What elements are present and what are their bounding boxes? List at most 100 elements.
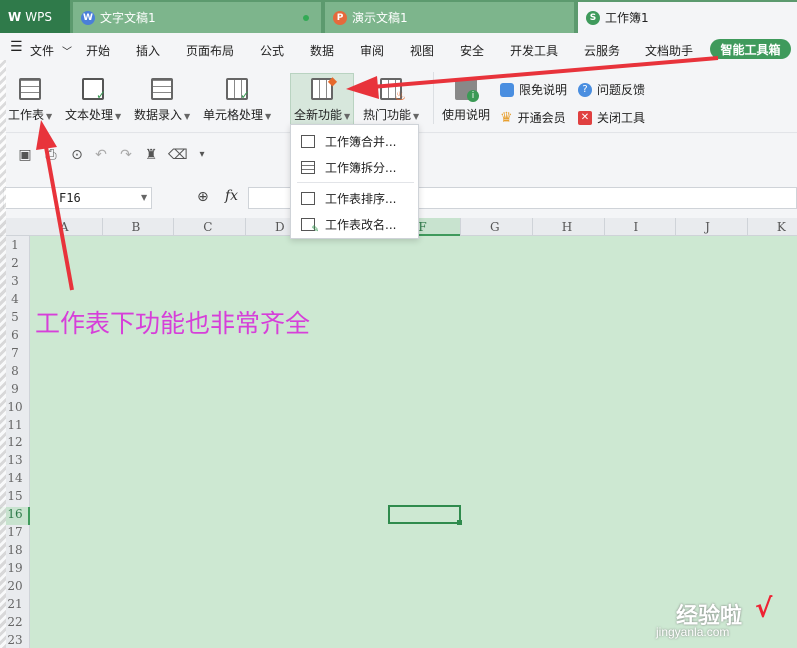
tab-document[interactable]: W 文字文稿1	[73, 2, 321, 33]
text-process-button[interactable]: ✓ 文本处理 ▼	[65, 78, 121, 123]
column-header-cell[interactable]: A	[60, 220, 69, 234]
zoom-icon[interactable]: ⊕	[197, 189, 209, 205]
data-entry-button[interactable]: 数据录入 ▼	[134, 78, 190, 123]
column-header-cell[interactable]: B	[132, 220, 141, 234]
row-header-cell[interactable]: 19	[5, 561, 25, 575]
tab-wps[interactable]: W WPS	[0, 0, 70, 33]
row-header-cell[interactable]: 18	[5, 543, 25, 557]
customize-toolbar-icon[interactable]: ▾	[194, 147, 210, 163]
menu-item-split-workbook[interactable]: 工作簿拆分...	[291, 154, 420, 180]
column-header-cell[interactable]: H	[562, 220, 572, 234]
menu-file[interactable]: 文件	[30, 42, 54, 59]
sheet-grid[interactable]	[30, 236, 797, 648]
tab-presentation[interactable]: P 演示文稿1	[325, 2, 574, 33]
menu-item-merge-workbook[interactable]: 工作簿合并...	[291, 128, 420, 154]
column-header-cell[interactable]: D	[275, 220, 285, 234]
row-header-cell[interactable]: 9	[5, 382, 25, 396]
row-header-cell[interactable]: 11	[5, 418, 25, 432]
row-header-cell[interactable]: 22	[5, 615, 25, 629]
format-painter-icon[interactable]: ♜	[143, 147, 159, 163]
row-header-cell[interactable]: 21	[5, 597, 25, 611]
chevron-down-icon[interactable]: ▼	[141, 193, 147, 202]
crown-icon: ♛	[500, 109, 513, 126]
menu-item-sort-sheets[interactable]: 工作表排序...	[291, 185, 420, 211]
row-header-cell[interactable]: 4	[5, 292, 25, 306]
redo-icon[interactable]: ↷	[118, 147, 134, 163]
fx-icon[interactable]: fx	[225, 188, 238, 204]
column-header-cell[interactable]: C	[203, 220, 212, 234]
worksheet-icon	[19, 78, 42, 100]
menu-developer[interactable]: 开发工具	[510, 42, 558, 59]
menu-home[interactable]: 开始	[86, 42, 110, 59]
row-header-cell[interactable]: 1	[5, 238, 25, 252]
menu-data[interactable]: 数据	[310, 42, 334, 59]
row-header-cell[interactable]: 13	[5, 453, 25, 467]
row-header-cell[interactable]: 17	[5, 525, 25, 539]
clear-format-icon[interactable]: ⌫	[168, 147, 188, 163]
column-divider	[747, 218, 748, 236]
menu-page-layout[interactable]: 页面布局	[186, 42, 234, 59]
row-header-cell[interactable]: 6	[5, 328, 25, 342]
menu-item-label: 工作簿合并...	[325, 134, 397, 149]
close-tool-link[interactable]: ✕ 关闭工具	[578, 109, 645, 126]
menu-smart-toolbox[interactable]: 智能工具箱	[710, 39, 791, 59]
instructions-icon: i	[455, 78, 479, 102]
column-divider	[460, 218, 462, 236]
caret-icon: ▼	[413, 112, 420, 121]
row-header-cell[interactable]: 16	[5, 507, 25, 521]
print-icon[interactable]: ⎙	[43, 147, 59, 163]
row-header-cell[interactable]: 12	[5, 435, 25, 449]
fill-handle[interactable]	[457, 520, 462, 525]
chevron-down-icon[interactable]: ﹀	[62, 43, 72, 58]
presentation-icon: P	[333, 10, 347, 25]
menu-formula[interactable]: 公式	[260, 42, 284, 59]
row-header-cell[interactable]: 20	[5, 579, 25, 593]
undo-icon[interactable]: ↶	[93, 147, 109, 163]
name-box[interactable]: F16	[3, 187, 152, 209]
hot-features-label: 热门功能	[363, 108, 412, 122]
column-divider	[173, 218, 175, 236]
text-process-label: 文本处理	[65, 108, 114, 122]
row-header-cell[interactable]: 14	[5, 471, 25, 485]
column-header-cell[interactable]: G	[490, 220, 500, 234]
menu-cloud[interactable]: 云服务	[584, 42, 620, 59]
column-header-cell[interactable]: I	[633, 220, 638, 234]
tab-workbook[interactable]: S 工作簿1	[578, 2, 797, 33]
row-header-cell[interactable]: 15	[5, 489, 25, 503]
worksheet-button[interactable]: 工作表 ▼	[8, 78, 52, 123]
cell-process-icon: ✓	[226, 78, 250, 102]
unsaved-dot-icon	[303, 15, 309, 21]
watermark-check-icon: √	[755, 594, 773, 624]
column-header-cell[interactable]: J	[705, 220, 710, 234]
split-workbook-icon	[301, 160, 315, 174]
row-header-cell[interactable]: 8	[5, 364, 25, 378]
row-header-cell[interactable]: 3	[5, 274, 25, 288]
menu-item-rename-sheets[interactable]: ✎ 工作表改名...	[291, 211, 420, 237]
feedback-link[interactable]: ? 问题反馈	[578, 81, 645, 98]
instructions-button[interactable]: i 使用说明	[442, 78, 490, 123]
menu-insert[interactable]: 插入	[136, 42, 160, 59]
row-header-cell[interactable]: 5	[5, 310, 25, 324]
hamburger-icon[interactable]: ☰	[10, 39, 23, 55]
free-instructions-link[interactable]: 限免说明	[500, 81, 567, 98]
row-header-cell[interactable]: 7	[5, 346, 25, 360]
menu-security[interactable]: 安全	[460, 42, 484, 59]
menu-doc-assistant[interactable]: 文档助手	[645, 42, 693, 59]
menu-view[interactable]: 视图	[410, 42, 434, 59]
row-header-cell[interactable]: 10	[5, 400, 25, 414]
selected-cell[interactable]	[388, 505, 461, 524]
save-icon[interactable]: ▣	[17, 147, 33, 163]
close-icon: ✕	[578, 110, 592, 125]
text-process-icon: ✓	[82, 78, 106, 102]
row-header-cell[interactable]: 2	[5, 256, 25, 270]
cell-process-button[interactable]: ✓ 单元格处理 ▼	[203, 78, 271, 123]
membership-link[interactable]: ♛ 开通会员	[500, 109, 566, 126]
new-features-button[interactable]: ◆ 全新功能 ▼	[294, 74, 350, 123]
column-header-cell[interactable]: K	[777, 220, 786, 234]
caret-icon: ▼	[115, 112, 122, 121]
menu-review[interactable]: 审阅	[360, 42, 384, 59]
row-header-cell[interactable]: 23	[5, 633, 25, 647]
spreadsheet-icon: S	[586, 10, 600, 25]
hot-features-button[interactable]: ♨ 热门功能 ▼	[363, 78, 419, 123]
print-preview-icon[interactable]: ⊙	[69, 147, 85, 163]
